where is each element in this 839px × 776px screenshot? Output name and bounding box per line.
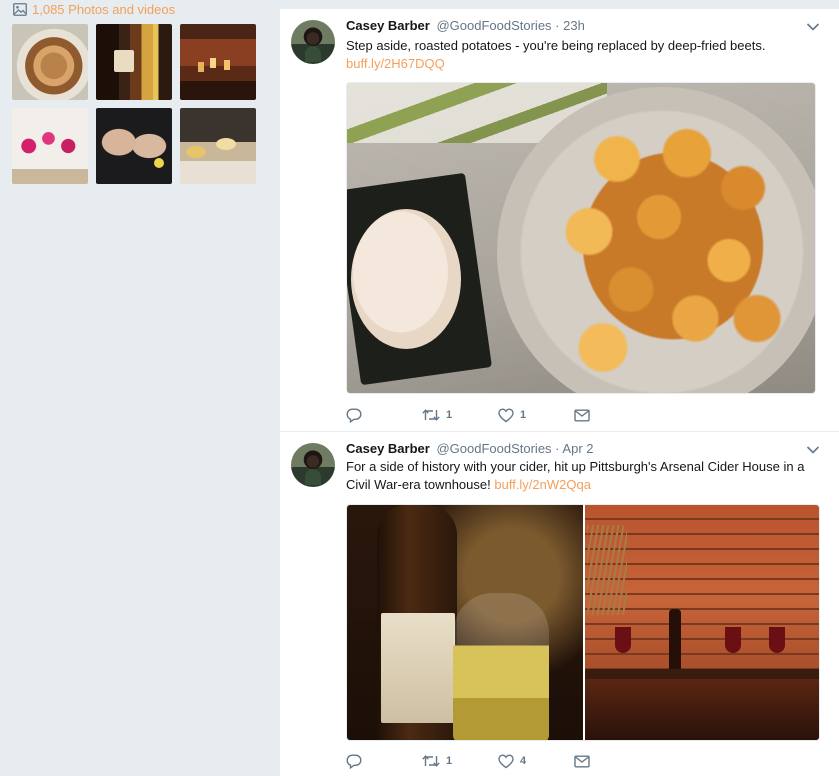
envelope-icon <box>574 755 590 768</box>
brick-wall-photo[interactable] <box>585 505 819 740</box>
retweet-count: 1 <box>446 755 453 767</box>
reply-icon <box>346 408 362 423</box>
avatar[interactable] <box>291 20 335 64</box>
reply-button[interactable] <box>346 407 422 423</box>
tweet-text: Step aside, roasted potatoes - you're be… <box>346 37 826 73</box>
retweet-icon <box>422 409 440 421</box>
retweet-count: 1 <box>446 409 453 421</box>
like-button[interactable]: 4 <box>498 753 574 769</box>
tweet[interactable]: Casey Barber @GoodFoodStories · Apr 2 Fo… <box>280 431 839 776</box>
fried-potatoes-photo <box>347 83 815 393</box>
tweet-text: For a side of history with your cider, h… <box>346 458 826 494</box>
tweet-body: Step aside, roasted potatoes - you're be… <box>346 38 766 53</box>
tweet-timestamp[interactable]: Apr 2 <box>562 441 593 456</box>
tweet-timeline: Casey Barber @GoodFoodStories · 23h Step… <box>280 0 839 776</box>
header-separator: · <box>555 18 560 33</box>
media-thumbnail[interactable] <box>96 108 172 184</box>
media-thumbnail[interactable] <box>180 108 256 184</box>
tweet-timestamp[interactable]: 23h <box>563 18 585 33</box>
tweet-actions: 1 4 <box>346 753 590 769</box>
media-thumbnail-grid <box>12 24 256 184</box>
author-handle[interactable]: @GoodFoodStories <box>436 18 551 33</box>
media-thumbnail[interactable] <box>12 24 88 100</box>
retweet-icon <box>422 755 440 767</box>
cider-bottle-photo[interactable] <box>347 505 583 740</box>
tweet-actions: 1 1 <box>346 407 590 423</box>
author-handle[interactable]: @GoodFoodStories <box>436 441 551 456</box>
author-name[interactable]: Casey Barber <box>346 18 430 33</box>
direct-message-button[interactable] <box>574 753 590 769</box>
reply-icon <box>346 754 362 769</box>
tweet-header: Casey Barber @GoodFoodStories · 23h <box>346 18 585 33</box>
timeline-top-gap <box>280 0 839 8</box>
chevron-down-icon[interactable] <box>806 22 820 32</box>
tweet[interactable]: Casey Barber @GoodFoodStories · 23h Step… <box>280 8 839 431</box>
direct-message-button[interactable] <box>574 407 590 423</box>
like-count: 4 <box>520 755 527 767</box>
header-separator: · <box>555 441 560 456</box>
reply-button[interactable] <box>346 753 422 769</box>
heart-icon <box>498 407 514 422</box>
like-count: 1 <box>520 409 527 421</box>
avatar[interactable] <box>291 443 335 487</box>
retweet-button[interactable]: 1 <box>422 753 498 769</box>
media-thumbnail[interactable] <box>180 24 256 100</box>
photos-and-videos-label: 1,085 Photos and videos <box>32 2 176 17</box>
retweet-button[interactable]: 1 <box>422 407 498 423</box>
media-thumbnail[interactable] <box>96 24 172 100</box>
tweet-photo-grid <box>346 504 820 741</box>
media-thumbnail[interactable] <box>12 108 88 184</box>
like-button[interactable]: 1 <box>498 407 574 423</box>
envelope-icon <box>574 409 590 422</box>
heart-icon <box>498 753 514 768</box>
tweet-link[interactable]: buff.ly/2nW2Qqa <box>494 477 591 492</box>
tweet-header: Casey Barber @GoodFoodStories · Apr 2 <box>346 441 594 456</box>
profile-sidebar: 1,085 Photos and videos <box>0 0 280 776</box>
chevron-down-icon[interactable] <box>806 445 820 455</box>
author-name[interactable]: Casey Barber <box>346 441 430 456</box>
photos-and-videos-link[interactable]: 1,085 Photos and videos <box>13 2 175 17</box>
image-icon <box>13 3 27 16</box>
tweet-photo[interactable] <box>346 82 816 394</box>
tweet-link[interactable]: buff.ly/2H67DQQ <box>346 56 445 71</box>
